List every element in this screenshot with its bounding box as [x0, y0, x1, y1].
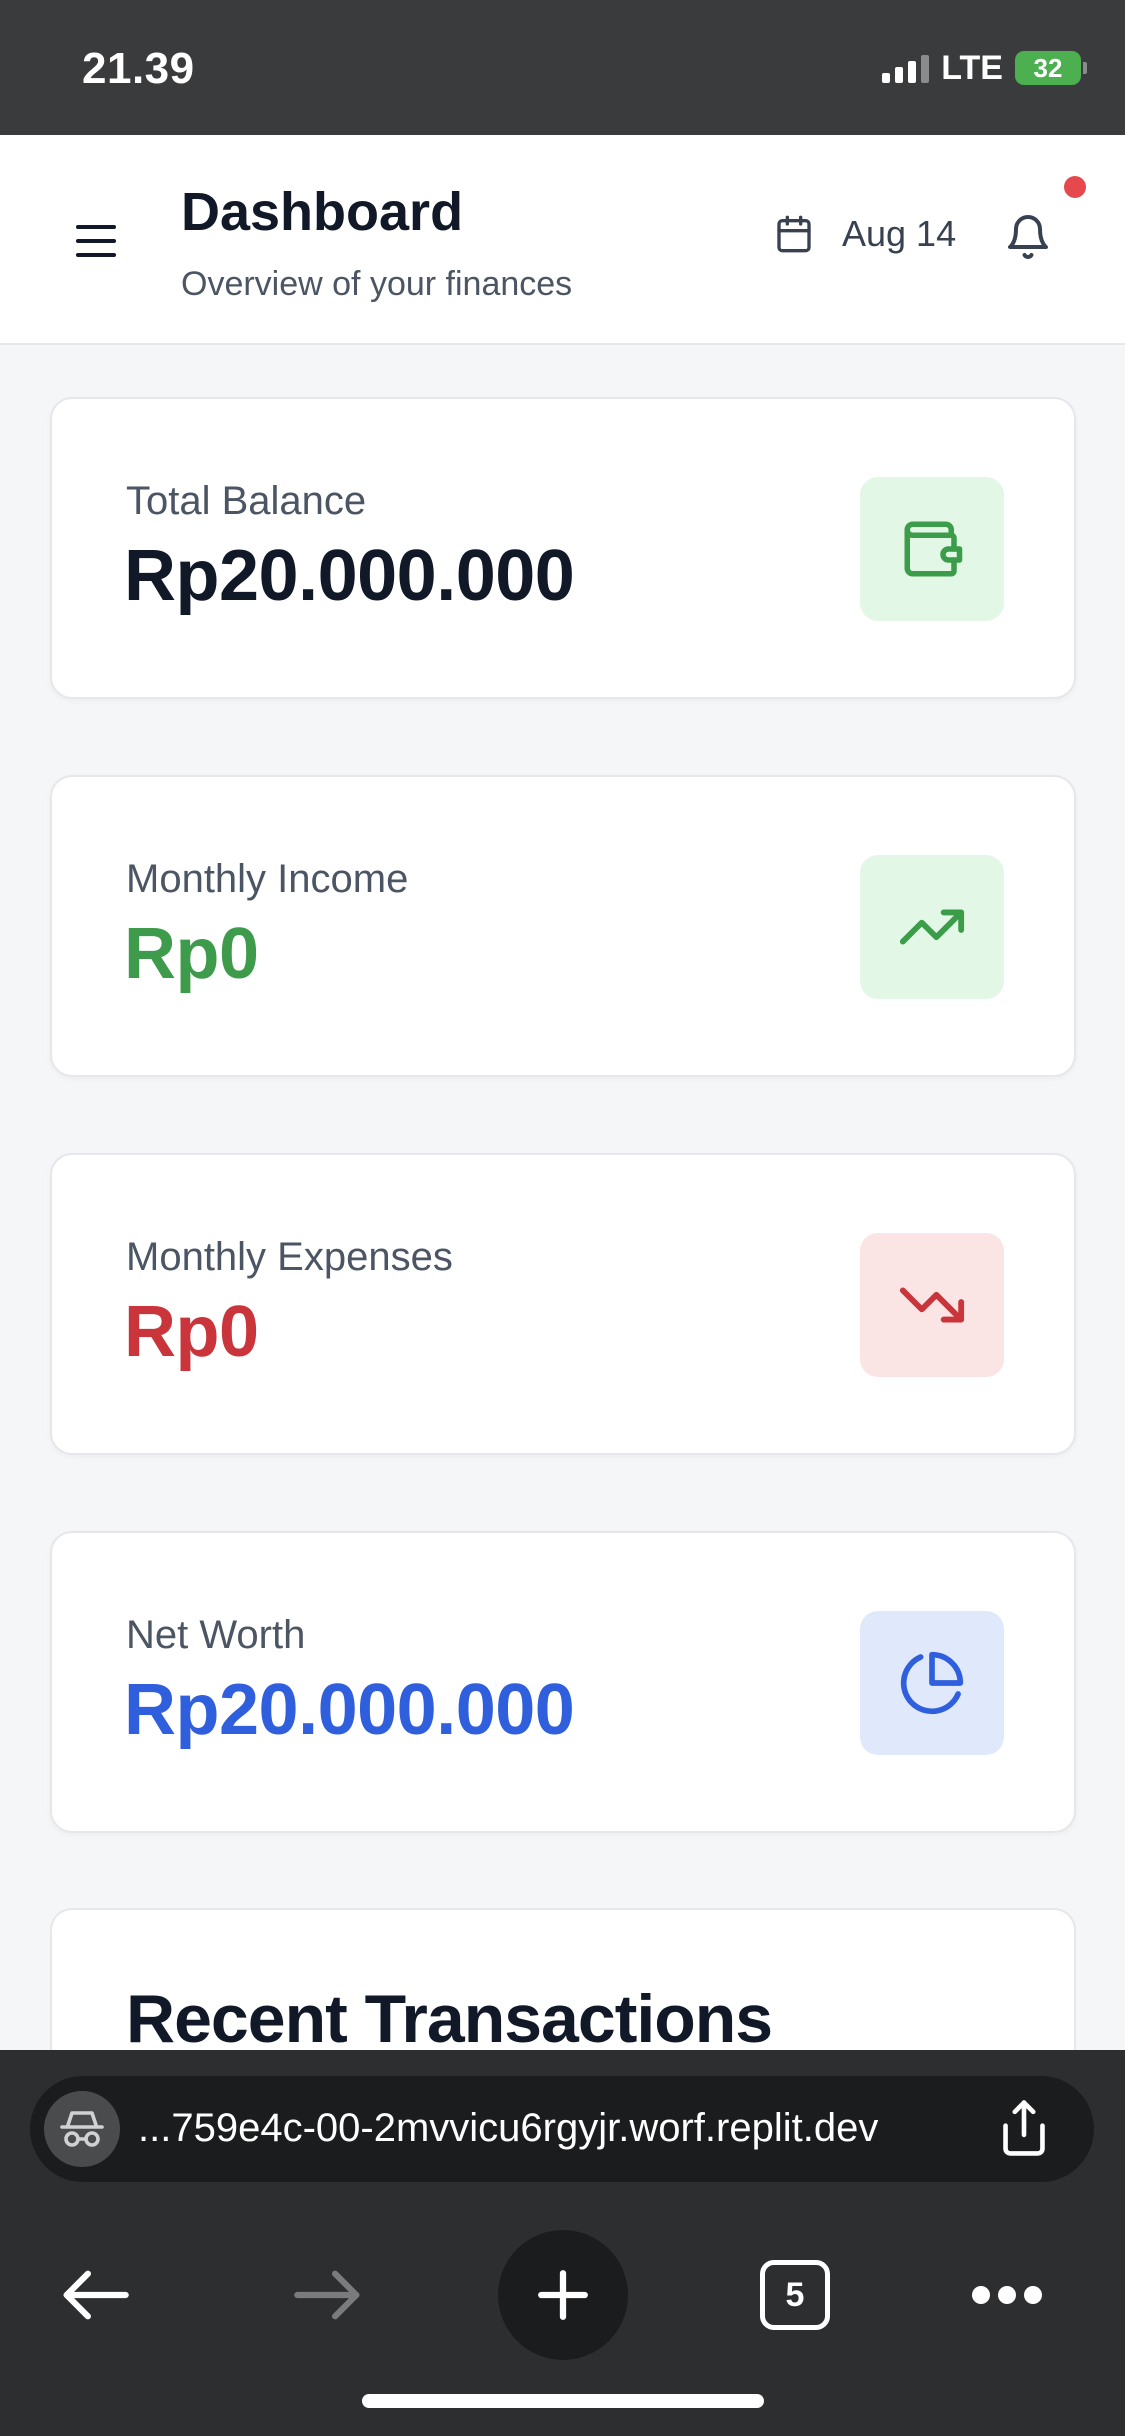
- browser-nav-row: 5: [0, 2230, 1125, 2360]
- forward-button[interactable]: [263, 2230, 393, 2360]
- plus-icon: [538, 2270, 588, 2320]
- status-bar: 21.39 LTE 32: [0, 0, 1125, 135]
- date-selector[interactable]: Aug 14: [774, 213, 956, 255]
- tab-count-icon: 5: [760, 2260, 830, 2330]
- total-balance-card: Total Balance Rp20.000.000: [50, 397, 1076, 699]
- signal-icon: [882, 53, 930, 83]
- notification-dot: [1064, 176, 1086, 198]
- card-icon-badge: [860, 1611, 1004, 1755]
- card-label: Monthly Expenses: [126, 1235, 453, 1279]
- card-label: Net Worth: [126, 1613, 306, 1657]
- status-time: 21.39: [82, 44, 195, 93]
- network-label: LTE: [941, 48, 1003, 87]
- page-subtitle: Overview of your finances: [181, 265, 573, 303]
- status-indicators: LTE 32: [882, 48, 1087, 88]
- battery-icon: 32: [1015, 51, 1087, 85]
- monthly-expenses-card: Monthly Expenses Rp0: [50, 1153, 1076, 1455]
- card-label: Monthly Income: [126, 857, 409, 901]
- address-bar[interactable]: ...759e4c-00-2mvvicu6rgyjr.worf.replit.d…: [30, 2076, 1094, 2182]
- tabs-button[interactable]: 5: [730, 2230, 860, 2360]
- monthly-income-card: Monthly Income Rp0: [50, 775, 1076, 1077]
- bell-icon: [1008, 215, 1048, 259]
- back-button[interactable]: [30, 2230, 160, 2360]
- url-text[interactable]: ...759e4c-00-2mvvicu6rgyjr.worf.replit.d…: [138, 2106, 878, 2151]
- pie-chart-icon: [900, 1651, 964, 1715]
- calendar-icon: [777, 215, 811, 253]
- new-tab-button[interactable]: [498, 2230, 628, 2360]
- monthly-income-value: Rp0: [124, 914, 259, 994]
- card-icon-badge: [860, 1233, 1004, 1377]
- wallet-icon: [904, 521, 963, 577]
- incognito-icon[interactable]: [44, 2091, 120, 2167]
- notifications-button[interactable]: [1004, 211, 1056, 267]
- trending-up-icon: [899, 909, 965, 945]
- more-button[interactable]: [942, 2230, 1072, 2360]
- page-title: Dashboard: [181, 182, 464, 242]
- more-horizontal-icon: [972, 2286, 1042, 2304]
- trending-down-icon: [899, 1287, 965, 1323]
- net-worth-value: Rp20.000.000: [124, 1670, 575, 1750]
- menu-icon[interactable]: [76, 225, 116, 257]
- battery-level: 32: [1033, 52, 1063, 83]
- recent-transactions-title: Recent Transactions: [126, 1981, 773, 2057]
- card-icon-badge: [860, 855, 1004, 999]
- arrow-right-icon: [294, 2270, 360, 2320]
- date-label: Aug 14: [842, 213, 957, 254]
- card-label: Total Balance: [126, 479, 367, 523]
- card-icon-badge: [860, 477, 1004, 621]
- app-header: Dashboard Overview of your finances Aug …: [0, 135, 1125, 345]
- home-indicator: [362, 2394, 764, 2408]
- arrow-left-icon: [63, 2270, 129, 2320]
- share-button[interactable]: [996, 2098, 1056, 2158]
- net-worth-card: Net Worth Rp20.000.000: [50, 1531, 1076, 1833]
- share-icon: [1003, 2100, 1045, 2156]
- browser-toolbar: ...759e4c-00-2mvvicu6rgyjr.worf.replit.d…: [0, 2050, 1125, 2436]
- total-balance-value: Rp20.000.000: [124, 536, 575, 616]
- monthly-expenses-value: Rp0: [124, 1292, 259, 1372]
